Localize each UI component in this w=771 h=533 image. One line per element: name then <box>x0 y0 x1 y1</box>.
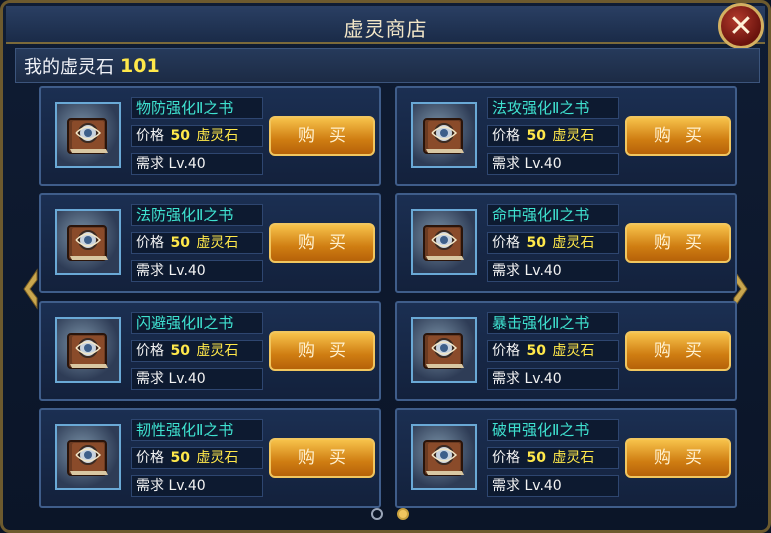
close-button[interactable]: ✕ <box>718 3 764 49</box>
page-indicator <box>367 508 417 522</box>
shop-item-card: 物防强化Ⅱ之书 价格 50 虚灵石 需求 Lv.40 购买 <box>39 86 381 186</box>
buy-button[interactable]: 购买 <box>625 438 731 478</box>
buy-button[interactable]: 购买 <box>625 331 731 371</box>
price-label: 价格 <box>492 343 520 359</box>
buy-button[interactable]: 购买 <box>269 223 375 263</box>
item-price: 价格 50 虚灵石 <box>487 447 619 469</box>
item-icon-slot[interactable] <box>55 209 121 275</box>
page-dot-1[interactable] <box>371 508 383 520</box>
shop-item-card: 韧性强化Ⅱ之书 价格 50 虚灵石 需求 Lv.40 购买 <box>39 408 381 508</box>
buy-button[interactable]: 购买 <box>625 116 731 156</box>
item-icon-slot[interactable] <box>411 424 477 490</box>
price-value: 50 <box>170 128 190 144</box>
item-price: 价格 50 虚灵石 <box>131 125 263 147</box>
price-currency: 虚灵石 <box>196 128 239 144</box>
price-label: 价格 <box>136 128 164 144</box>
item-requirement: 需求 Lv.40 <box>131 475 263 497</box>
shop-window: 虚灵商店 ✕ 我的虚灵石 101 物防强化Ⅱ之书 价格 50 虚灵石 需求 Lv… <box>0 0 771 533</box>
item-icon-slot[interactable] <box>411 209 477 275</box>
price-label: 价格 <box>136 343 164 359</box>
shop-item-card: 法攻强化Ⅱ之书 价格 50 虚灵石 需求 Lv.40 购买 <box>395 86 737 186</box>
item-price: 价格 50 虚灵石 <box>131 232 263 254</box>
item-name: 韧性强化Ⅱ之书 <box>131 419 263 441</box>
price-value: 50 <box>526 450 546 466</box>
item-price: 价格 50 虚灵石 <box>131 340 263 362</box>
price-currency: 虚灵石 <box>196 343 239 359</box>
price-value: 50 <box>170 343 190 359</box>
buy-button[interactable]: 购买 <box>269 331 375 371</box>
close-icon: ✕ <box>728 8 754 44</box>
item-price: 价格 50 虚灵石 <box>487 340 619 362</box>
item-icon-slot[interactable] <box>55 102 121 168</box>
price-label: 价格 <box>136 235 164 251</box>
item-icon-slot[interactable] <box>55 317 121 383</box>
price-currency: 虚灵石 <box>552 128 595 144</box>
buy-button[interactable]: 购买 <box>269 116 375 156</box>
price-label: 价格 <box>136 450 164 466</box>
item-icon-slot[interactable] <box>411 317 477 383</box>
shop-item-card: 命中强化Ⅱ之书 价格 50 虚灵石 需求 Lv.40 购买 <box>395 193 737 293</box>
price-currency: 虚灵石 <box>552 343 595 359</box>
shop-item-card: 法防强化Ⅱ之书 价格 50 虚灵石 需求 Lv.40 购买 <box>39 193 381 293</box>
price-label: 价格 <box>492 235 520 251</box>
price-currency: 虚灵石 <box>552 235 595 251</box>
buy-button[interactable]: 购买 <box>269 438 375 478</box>
book-icon <box>423 333 464 369</box>
my-stones-row: 我的虚灵石 101 <box>15 48 760 83</box>
item-requirement: 需求 Lv.40 <box>487 475 619 497</box>
stones-label: 我的虚灵石 <box>24 56 114 78</box>
shop-item-card: 暴击强化Ⅱ之书 价格 50 虚灵石 需求 Lv.40 购买 <box>395 301 737 401</box>
window-title: 虚灵商店 <box>343 17 428 41</box>
page-dot-2-active[interactable] <box>397 508 409 520</box>
item-requirement: 需求 Lv.40 <box>487 260 619 282</box>
item-price: 价格 50 虚灵石 <box>487 232 619 254</box>
book-icon <box>423 118 464 154</box>
book-icon <box>67 118 108 154</box>
item-requirement: 需求 Lv.40 <box>131 153 263 175</box>
item-requirement: 需求 Lv.40 <box>131 368 263 390</box>
item-name: 命中强化Ⅱ之书 <box>487 204 619 226</box>
book-icon <box>423 225 464 261</box>
item-name: 法攻强化Ⅱ之书 <box>487 97 619 119</box>
price-value: 50 <box>526 235 546 251</box>
item-requirement: 需求 Lv.40 <box>131 260 263 282</box>
price-value: 50 <box>170 450 190 466</box>
price-currency: 虚灵石 <box>196 235 239 251</box>
item-requirement: 需求 Lv.40 <box>487 368 619 390</box>
item-icon-slot[interactable] <box>55 424 121 490</box>
item-name: 暴击强化Ⅱ之书 <box>487 312 619 334</box>
chevron-left-icon[interactable] <box>21 268 39 310</box>
item-grid: 物防强化Ⅱ之书 价格 50 虚灵石 需求 Lv.40 购买 法攻强化Ⅱ之书 价格… <box>39 86 739 508</box>
price-currency: 虚灵石 <box>196 450 239 466</box>
buy-button[interactable]: 购买 <box>625 223 731 263</box>
price-label: 价格 <box>492 450 520 466</box>
item-name: 物防强化Ⅱ之书 <box>131 97 263 119</box>
item-name: 闪避强化Ⅱ之书 <box>131 312 263 334</box>
price-currency: 虚灵石 <box>552 450 595 466</box>
price-value: 50 <box>526 128 546 144</box>
shop-item-card: 破甲强化Ⅱ之书 价格 50 虚灵石 需求 Lv.40 购买 <box>395 408 737 508</box>
shop-item-card: 闪避强化Ⅱ之书 价格 50 虚灵石 需求 Lv.40 购买 <box>39 301 381 401</box>
item-name: 法防强化Ⅱ之书 <box>131 204 263 226</box>
price-value: 50 <box>170 235 190 251</box>
item-icon-slot[interactable] <box>411 102 477 168</box>
price-value: 50 <box>526 343 546 359</box>
book-icon <box>67 440 108 476</box>
item-name: 破甲强化Ⅱ之书 <box>487 419 619 441</box>
item-price: 价格 50 虚灵石 <box>131 447 263 469</box>
title-bar: 虚灵商店 <box>6 6 765 44</box>
book-icon <box>67 333 108 369</box>
book-icon <box>423 440 464 476</box>
book-icon <box>67 225 108 261</box>
item-price: 价格 50 虚灵石 <box>487 125 619 147</box>
price-label: 价格 <box>492 128 520 144</box>
stones-value: 101 <box>120 54 160 77</box>
item-requirement: 需求 Lv.40 <box>487 153 619 175</box>
